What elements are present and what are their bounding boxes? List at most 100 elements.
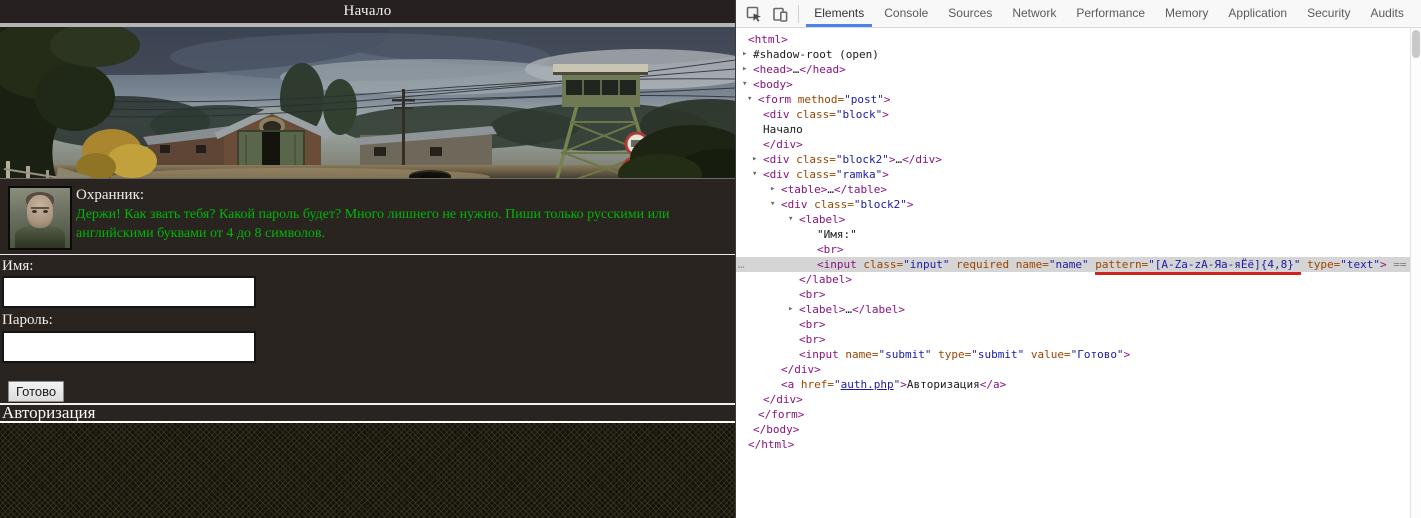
- collapse-arrow-icon[interactable]: ▾: [770, 197, 775, 212]
- devtools-panel: ElementsConsoleSourcesNetworkPerformance…: [735, 0, 1421, 518]
- avatar-eye: [43, 210, 48, 213]
- devtools-tree-row[interactable]: </div>: [736, 137, 1411, 152]
- devtools-tab-security[interactable]: Security: [1297, 0, 1360, 27]
- devtools-tree-row[interactable]: <input name="submit" type="submit" value…: [736, 347, 1411, 362]
- password-label: Пароль:: [2, 311, 53, 329]
- expand-arrow-icon[interactable]: ▸: [788, 302, 793, 317]
- tree-row-code: Начало: [763, 123, 803, 136]
- tree-row-code: <div class="ramka">: [763, 168, 889, 181]
- devtools-tab-network[interactable]: Network: [1002, 0, 1066, 27]
- tree-row-code: </div>: [781, 363, 821, 376]
- collapse-arrow-icon[interactable]: ▾: [747, 92, 752, 107]
- tree-row-code: </form>: [758, 408, 804, 421]
- tree-row-code: <input class="input" required name="name…: [817, 258, 1411, 271]
- tree-row-code: </div>: [763, 138, 803, 151]
- tree-row-code: </html>: [748, 438, 794, 451]
- guard-message: Держи! Как звать тебя? Какой пароль буде…: [76, 205, 726, 243]
- devtools-tab-audits[interactable]: Audits: [1360, 0, 1413, 27]
- collapse-arrow-icon[interactable]: ▾: [788, 212, 793, 227]
- name-input[interactable]: [2, 276, 256, 308]
- password-input[interactable]: [2, 331, 256, 363]
- name-label: Имя:: [2, 257, 33, 275]
- devtools-tree-row[interactable]: </div>: [736, 392, 1411, 407]
- auth-link[interactable]: Авторизация: [2, 403, 95, 422]
- devtools-tab-application[interactable]: Application: [1218, 0, 1297, 27]
- expand-arrow-icon[interactable]: ▸: [770, 182, 775, 197]
- tree-row-code: <input name="submit" type="submit" value…: [799, 348, 1130, 361]
- guard-avatar: [8, 186, 72, 250]
- devtools-scrollbar[interactable]: [1410, 28, 1421, 518]
- tree-row-code: <body>: [753, 78, 793, 91]
- tree-row-code: <html>: [748, 33, 788, 46]
- avatar-brow: [31, 207, 49, 209]
- devtools-tree-row[interactable]: </html>: [736, 437, 1411, 452]
- devtools-tree-row[interactable]: <div class="block">: [736, 107, 1411, 122]
- devtools-tree-row[interactable]: ▾ <form method="post">: [736, 92, 1411, 107]
- tree-row-code: </label>: [799, 273, 852, 286]
- expand-arrow-icon[interactable]: ▸: [742, 47, 747, 62]
- devtools-tab-sources[interactable]: Sources: [938, 0, 1002, 27]
- devtools-tree-row[interactable]: ▾ <label>: [736, 212, 1411, 227]
- tree-row-code: <br>: [799, 333, 826, 346]
- tree-row-code: "Имя:": [817, 228, 857, 241]
- devtools-tree-row[interactable]: </div>: [736, 362, 1411, 377]
- devtools-tree-row[interactable]: ▾ <div class="block2">: [736, 197, 1411, 212]
- expand-arrow-icon[interactable]: ▸: [752, 152, 757, 167]
- devtools-tab-ad[interactable]: Ad: [1414, 0, 1421, 27]
- devtools-tree-row[interactable]: </label>: [736, 272, 1411, 287]
- devtools-tree-row[interactable]: ▸ <head>…</head>: [736, 62, 1411, 77]
- collapse-arrow-icon[interactable]: ▾: [752, 167, 757, 182]
- tree-row-code: <div class="block2">: [781, 198, 913, 211]
- devtools-tree-row[interactable]: Начало: [736, 122, 1411, 137]
- avatar-eye: [32, 210, 37, 213]
- tree-row-code: <br>: [799, 288, 826, 301]
- page-title: Начало: [0, 0, 735, 23]
- row-hover-dots[interactable]: …: [738, 257, 744, 272]
- devtools-tree-row[interactable]: ▸ <label>…</label>: [736, 302, 1411, 317]
- devtools-tree-row[interactable]: ▾ <div class="ramka">: [736, 167, 1411, 182]
- devtools-tree-row[interactable]: ▾ <body>: [736, 77, 1411, 92]
- devtools-selected-row[interactable]: … <input class="input" required name="nam…: [736, 257, 1411, 272]
- devtools-tree-row[interactable]: </body>: [736, 422, 1411, 437]
- tree-row-code: <div class="block">: [763, 108, 889, 121]
- devtools-tree-row[interactable]: "Имя:": [736, 227, 1411, 242]
- device-toolbar-icon[interactable]: [770, 4, 789, 24]
- avatar-face: [27, 195, 53, 228]
- devtools-tree-row[interactable]: <html>: [736, 32, 1411, 47]
- devtools-tree-row[interactable]: ▸ <div class="block2">…</div>: [736, 152, 1411, 167]
- devtools-tree-row[interactable]: ▸#shadow-root (open): [736, 47, 1411, 62]
- devtools-tree-row[interactable]: <br>: [736, 242, 1411, 257]
- guard-text: Охранник: Держи! Как звать тебя? Какой п…: [76, 186, 726, 243]
- scrollbar-thumb[interactable]: [1412, 30, 1420, 58]
- devtools-tree-row[interactable]: </form>: [736, 407, 1411, 422]
- registration-form: Имя: Пароль: Готово: [0, 255, 735, 403]
- banner-image: [0, 27, 735, 178]
- devtools-tab-memory[interactable]: Memory: [1155, 0, 1218, 27]
- devtools-tree-row[interactable]: <br>: [736, 317, 1411, 332]
- elements-tree: <html>▸#shadow-root (open)▸<head>…</head…: [736, 28, 1411, 518]
- tree-row-code: <table>…</table>: [781, 183, 887, 196]
- submit-button[interactable]: Готово: [8, 381, 64, 402]
- collapse-arrow-icon[interactable]: ▾: [742, 77, 747, 92]
- devtools-tab-elements[interactable]: Elements: [804, 0, 874, 27]
- toolbar-separator: [798, 5, 799, 23]
- guard-name: Охранник:: [76, 186, 726, 204]
- devtools-toolbar: ElementsConsoleSourcesNetworkPerformance…: [736, 0, 1421, 28]
- tree-row-code: <label>: [799, 213, 845, 226]
- devtools-tree-row[interactable]: <a href="auth.php">Авторизация</a>: [736, 377, 1411, 392]
- devtools-tab-console[interactable]: Console: [874, 0, 938, 27]
- tree-row-code: <head>…</head>: [753, 63, 846, 76]
- guard-dialog: Охранник: Держи! Как звать тебя? Какой п…: [0, 178, 735, 255]
- tree-row-code: <div class="block2">…</div>: [763, 153, 942, 166]
- devtools-tree-row[interactable]: <br>: [736, 287, 1411, 302]
- devtools-tab-performance[interactable]: Performance: [1066, 0, 1155, 27]
- devtools-tree-row[interactable]: ▸ <table>…</table>: [736, 182, 1411, 197]
- tree-row-code: <form method="post">: [758, 93, 890, 106]
- devtools-tree-row[interactable]: <br>: [736, 332, 1411, 347]
- inspect-element-icon[interactable]: [744, 4, 763, 24]
- expand-arrow-icon[interactable]: ▸: [742, 62, 747, 77]
- tree-row-code: <label>…</label>: [799, 303, 905, 316]
- game-page: Начало: [0, 0, 735, 518]
- screenshot-root: Начало: [0, 0, 1421, 518]
- tree-row-code: </body>: [753, 423, 799, 436]
